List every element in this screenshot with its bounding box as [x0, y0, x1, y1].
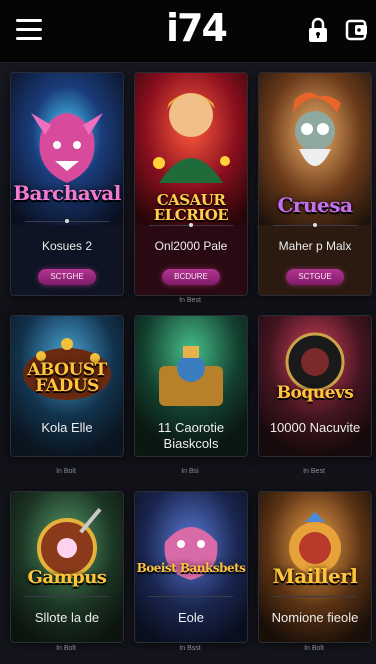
play-button[interactable]: SCTGHE: [38, 269, 96, 285]
top-bar: i74: [0, 0, 376, 63]
game-info: 11 Caorotie Biaskcols: [157, 420, 225, 451]
game-card[interactable]: Gampus Sllote la de: [10, 491, 124, 643]
card-divider: [149, 596, 233, 597]
game-title: ABOUST FADUS: [27, 360, 107, 396]
game-card[interactable]: Maillerl Nomione fieole: [258, 491, 372, 643]
site-logo[interactable]: i74: [166, 8, 232, 48]
card-dot: [65, 219, 69, 223]
game-grid: Barchaval Kosues 2 SCTGHE CASAUR ELCRIOE: [0, 63, 376, 664]
game-info: Sllote la de: [34, 610, 100, 625]
game-card[interactable]: Cruesa Maher p Malx SCTGUE: [258, 72, 372, 296]
card-dot: [313, 223, 317, 227]
provider-label: In Bolt: [56, 468, 76, 475]
game-title: Cruesa: [277, 193, 353, 217]
game-info: Kosues 2: [41, 239, 93, 253]
card-dot: [189, 223, 193, 227]
provider-label: In Best: [179, 297, 201, 304]
lock-icon[interactable]: [304, 16, 332, 44]
game-info: Maher p Malx: [278, 239, 352, 253]
card-divider: [25, 596, 109, 597]
provider-label: In Bolt: [304, 645, 324, 652]
game-info: Nomione fieole: [271, 610, 359, 625]
game-card[interactable]: Boquevs 10000 Nacuvite: [258, 315, 372, 457]
game-title: Maillerl: [272, 564, 358, 588]
game-info: Eole: [177, 610, 205, 625]
game-title: Boquevs: [276, 383, 354, 403]
play-button[interactable]: BCDURE: [162, 269, 220, 285]
game-info: 10000 Nacuvite: [269, 420, 361, 435]
game-title: Boeist Banksbets: [136, 561, 246, 575]
wallet-icon[interactable]: [343, 16, 371, 44]
game-info: Onl2000 Pale: [154, 239, 228, 253]
game-title: CASAUR ELCRIOE: [153, 191, 229, 224]
provider-label: In Bolt: [56, 645, 76, 652]
game-card[interactable]: CASAUR ELCRIOE Onl2000 Pale BCDURE: [134, 72, 248, 296]
provider-label: In Bsi: [181, 468, 199, 475]
game-card[interactable]: ABOUST FADUS Kola Elle: [10, 315, 124, 457]
game-card[interactable]: Barchaval Kosues 2 SCTGHE: [10, 72, 124, 296]
play-button[interactable]: SCTGUE: [286, 269, 344, 285]
game-card[interactable]: 11 Caorotie Biaskcols: [134, 315, 248, 457]
hamburger-menu-icon[interactable]: [16, 19, 42, 41]
game-info: Kola Elle: [41, 420, 93, 435]
game-title: Barchaval: [13, 181, 121, 205]
card-divider: [273, 596, 357, 597]
provider-label: In Bsst: [179, 645, 201, 652]
provider-label: In Best: [303, 468, 325, 475]
game-card[interactable]: Boeist Banksbets Eole: [134, 491, 248, 643]
game-title: Gampus: [27, 567, 107, 588]
